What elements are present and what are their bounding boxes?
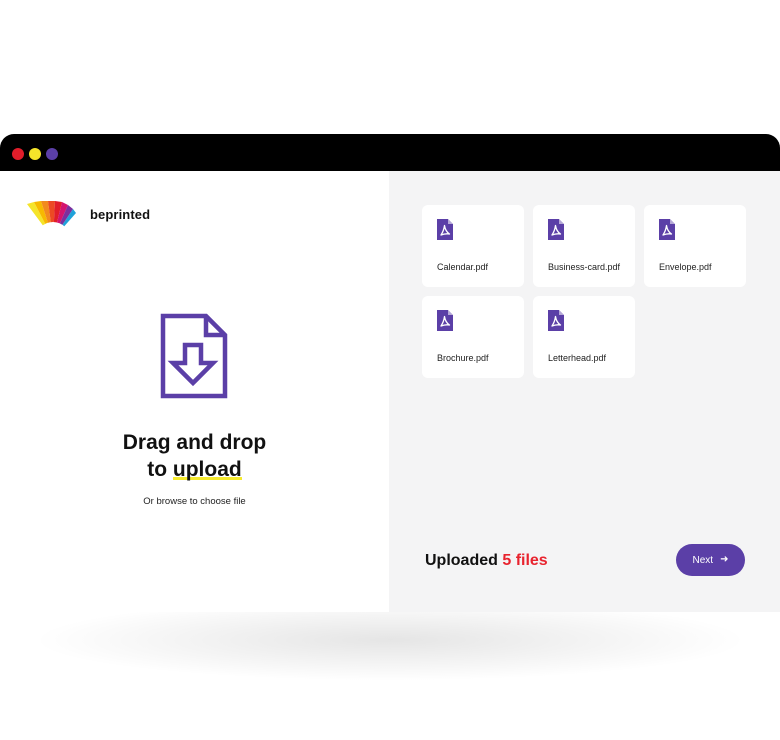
arrow-right-icon: ➜ xyxy=(720,554,729,565)
upload-count: 5 files xyxy=(502,552,548,569)
file-card[interactable]: Brochure.pdf xyxy=(422,296,524,378)
next-button-label: Next xyxy=(692,554,714,566)
window-shadow xyxy=(40,600,740,680)
pdf-icon xyxy=(548,310,564,331)
pdf-icon xyxy=(437,310,453,331)
maximize-window-dot[interactable] xyxy=(46,148,58,160)
drag-drop-headline: Drag and drop to upload xyxy=(0,429,389,483)
brand-name: beprinted xyxy=(90,207,151,222)
headline-line-2: to upload xyxy=(0,456,389,483)
window-titlebar xyxy=(0,134,780,171)
next-button[interactable]: Next ➜ xyxy=(676,544,745,576)
file-card[interactable]: Business-card.pdf xyxy=(533,205,635,287)
upload-status-prefix: Uploaded xyxy=(425,552,503,569)
file-card[interactable]: Calendar.pdf xyxy=(422,205,524,287)
file-name: Envelope.pdf xyxy=(659,262,712,272)
file-card[interactable]: Envelope.pdf xyxy=(644,205,746,287)
close-window-dot[interactable] xyxy=(12,148,24,160)
brand-logo-icon xyxy=(27,201,76,231)
browse-file-link[interactable]: Or browse to choose file xyxy=(0,496,389,507)
minimize-window-dot[interactable] xyxy=(29,148,41,160)
pdf-icon xyxy=(437,219,453,240)
file-download-icon xyxy=(160,313,228,399)
upload-status: Uploaded 5 files xyxy=(425,552,548,570)
headline-prefix: to xyxy=(147,458,173,481)
headline-highlight: upload xyxy=(172,458,242,481)
app-window: beprinted Drag and drop to upload Or bro… xyxy=(0,134,780,612)
file-name: Letterhead.pdf xyxy=(548,353,607,363)
file-card[interactable]: Letterhead.pdf xyxy=(533,296,635,378)
upload-dropzone-pane[interactable]: beprinted Drag and drop to upload Or bro… xyxy=(0,171,389,612)
file-name: Business-card.pdf xyxy=(548,262,621,272)
uploaded-files-pane: Calendar.pdf Business-card.pdf Envelope.pd… xyxy=(389,171,780,612)
file-name: Calendar.pdf xyxy=(437,262,489,272)
pdf-icon xyxy=(659,219,675,240)
pdf-icon xyxy=(548,219,564,240)
file-name: Brochure.pdf xyxy=(437,353,489,363)
headline-line-1: Drag and drop xyxy=(122,431,267,454)
